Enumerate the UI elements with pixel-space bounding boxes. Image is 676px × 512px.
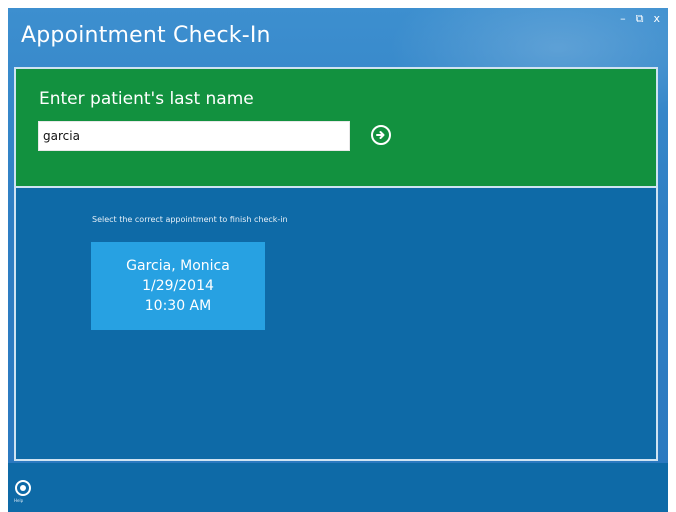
help-circle-icon xyxy=(20,485,26,491)
app-window: Appointment Check-In – ⧉ x Enter patient… xyxy=(8,8,668,512)
appointment-instruction: Select the correct appointment to finish… xyxy=(92,215,288,224)
arrow-right-circle-icon xyxy=(376,131,385,139)
window-controls: – ⧉ x xyxy=(620,13,660,25)
appointment-tile[interactable]: Garcia, Monica 1/29/2014 10:30 AM xyxy=(91,242,265,330)
last-name-label: Enter patient's last name xyxy=(39,89,254,109)
window-title: Appointment Check-In xyxy=(21,23,271,48)
appointment-patient-name: Garcia, Monica xyxy=(126,258,230,274)
appointment-time: 10:30 AM xyxy=(144,298,212,314)
bottom-bar: Help xyxy=(8,463,668,512)
help-label: Help xyxy=(14,498,24,503)
appointment-date: 1/29/2014 xyxy=(142,278,214,294)
search-panel: Enter patient's last name xyxy=(16,69,656,188)
close-button[interactable]: x xyxy=(653,13,660,25)
last-name-input[interactable] xyxy=(38,121,350,151)
restore-button[interactable]: ⧉ xyxy=(636,13,644,25)
search-go-button[interactable] xyxy=(371,125,391,145)
content-frame: Enter patient's last name Select the cor… xyxy=(14,67,658,461)
minimize-button[interactable]: – xyxy=(620,13,626,25)
help-button[interactable] xyxy=(15,480,31,496)
